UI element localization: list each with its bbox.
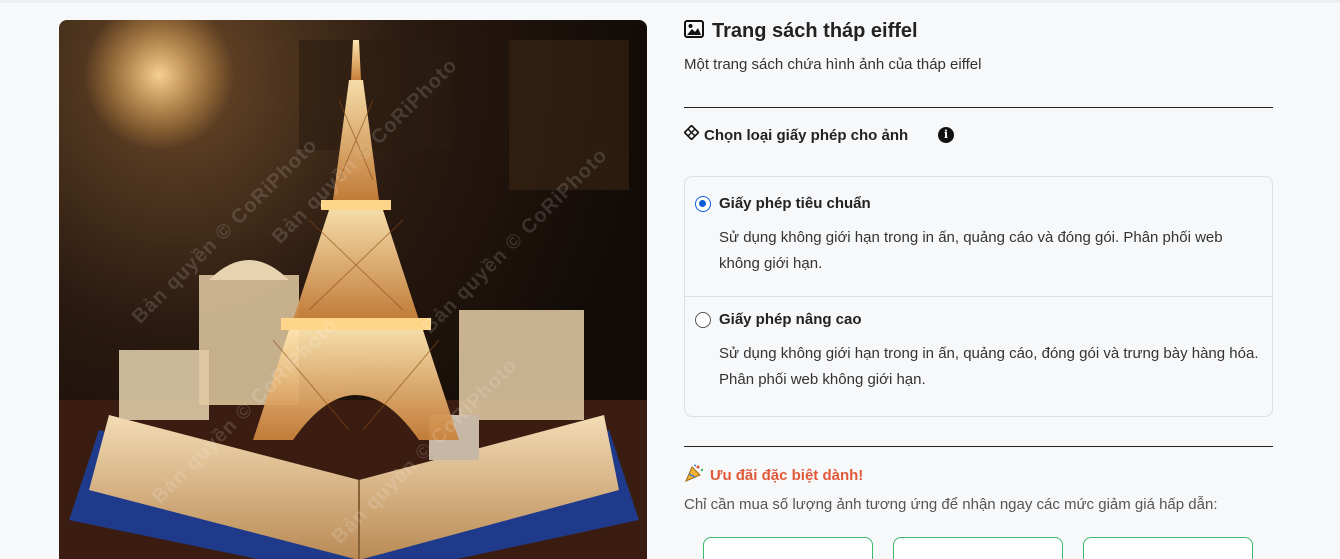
- license-option-description: Sử dụng không giới hạn trong in ấn, quản…: [719, 229, 1223, 272]
- license-option-standard[interactable]: Giấy phép tiêu chuẩn Sử dụng không giới …: [685, 177, 1272, 296]
- promo-description: Chỉ cần mua số lượng ảnh tương ứng để nh…: [684, 496, 1218, 513]
- party-popper-icon: [684, 464, 704, 487]
- discount-card[interactable]: [1083, 537, 1253, 559]
- promo-heading-row: Ưu đãi đặc biệt dành!: [684, 464, 863, 487]
- license-option-name: Giấy phép nâng cao: [719, 311, 862, 328]
- discount-card[interactable]: [893, 537, 1063, 559]
- license-heading-row: Chọn loại giấy phép cho ảnh: [683, 124, 909, 145]
- license-radio-standard[interactable]: [695, 196, 711, 212]
- license-option-description: Sử dụng không giới hạn trong in ấn, quản…: [719, 345, 1259, 388]
- promo-heading: Ưu đãi đặc biệt dành!: [710, 467, 864, 484]
- discount-card[interactable]: [703, 537, 873, 559]
- top-divider: [0, 0, 1340, 3]
- product-image: Bản quyền © CoRiPhoto Bản quyền © CoRiPh…: [59, 20, 647, 559]
- image-icon: [684, 20, 704, 43]
- product-description: Một trang sách chứa hình ảnh của tháp ei…: [684, 56, 982, 73]
- license-heading: Chọn loại giấy phép cho ảnh: [704, 126, 909, 144]
- section-divider: [684, 446, 1273, 447]
- product-title-row: Trang sách tháp eiffel: [684, 20, 918, 43]
- license-icon: [683, 124, 700, 145]
- product-title: Trang sách tháp eiffel: [712, 20, 918, 42]
- license-option-advanced[interactable]: Giấy phép nâng cao Sử dụng không giới hạ…: [685, 297, 1272, 417]
- section-divider: [684, 107, 1273, 108]
- license-options: Giấy phép tiêu chuẩn Sử dụng không giới …: [684, 176, 1273, 417]
- license-radio-advanced[interactable]: [695, 312, 711, 328]
- info-circle-icon[interactable]: i: [938, 127, 954, 143]
- license-option-name: Giấy phép tiêu chuẩn: [719, 195, 871, 212]
